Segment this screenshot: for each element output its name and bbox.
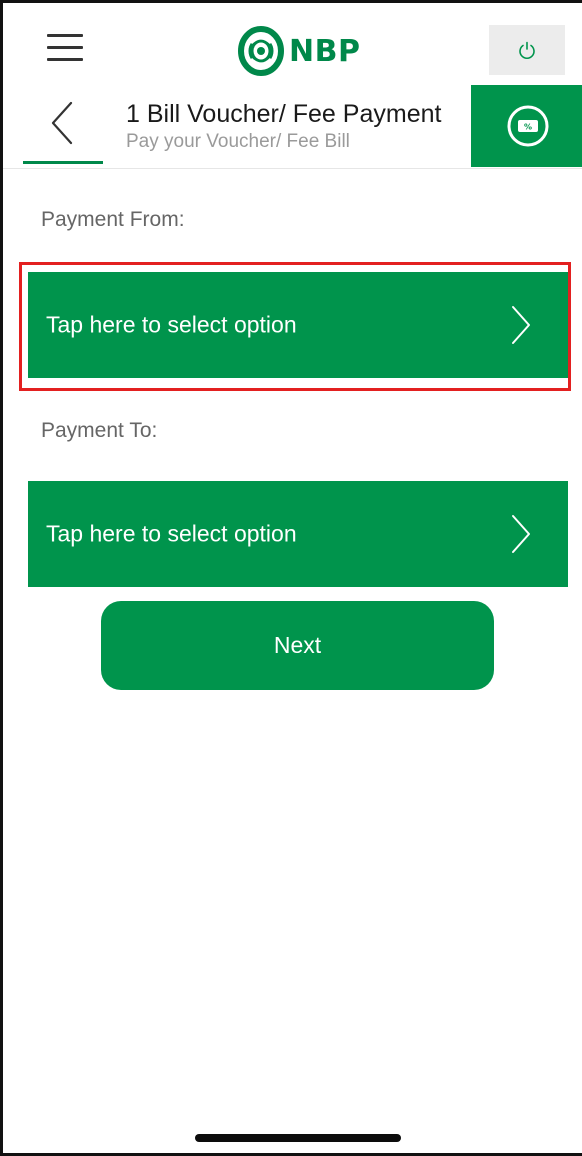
voucher-icon-label: %: [524, 123, 532, 132]
back-tab-indicator: [23, 161, 103, 164]
payment-to-placeholder: Tap here to select option: [46, 520, 297, 547]
hamburger-menu-icon[interactable]: [47, 31, 85, 65]
payment-to-select[interactable]: Tap here to select option: [28, 481, 568, 587]
voucher-button[interactable]: %: [471, 85, 582, 167]
back-button[interactable]: [47, 99, 79, 147]
page-title: 1 Bill Voucher/ Fee Payment: [126, 100, 442, 128]
payment-from-label: Payment From:: [41, 208, 185, 231]
chevron-left-icon: [51, 101, 73, 145]
payment-from-placeholder: Tap here to select option: [46, 311, 297, 338]
chevron-right-icon: [512, 515, 530, 553]
page-subtitle: Pay your Voucher/ Fee Bill: [126, 131, 350, 152]
home-indicator[interactable]: [195, 1134, 401, 1142]
power-icon: [519, 41, 535, 59]
payment-from-select[interactable]: Tap here to select option: [28, 272, 568, 378]
power-button[interactable]: [489, 25, 565, 75]
chevron-right-icon: [512, 306, 530, 344]
next-button[interactable]: Next: [101, 601, 494, 690]
app-screen: NBP 1 Bill Voucher/ Fee Payment Pay your…: [0, 0, 582, 1156]
nbp-emblem-icon: [238, 26, 284, 76]
logo-text: NBP: [289, 33, 361, 69]
page-header: 1 Bill Voucher/ Fee Payment Pay your Vou…: [3, 85, 582, 169]
voucher-icon: %: [507, 105, 549, 147]
payment-to-label: Payment To:: [41, 419, 158, 442]
nbp-logo: NBP: [237, 23, 360, 79]
